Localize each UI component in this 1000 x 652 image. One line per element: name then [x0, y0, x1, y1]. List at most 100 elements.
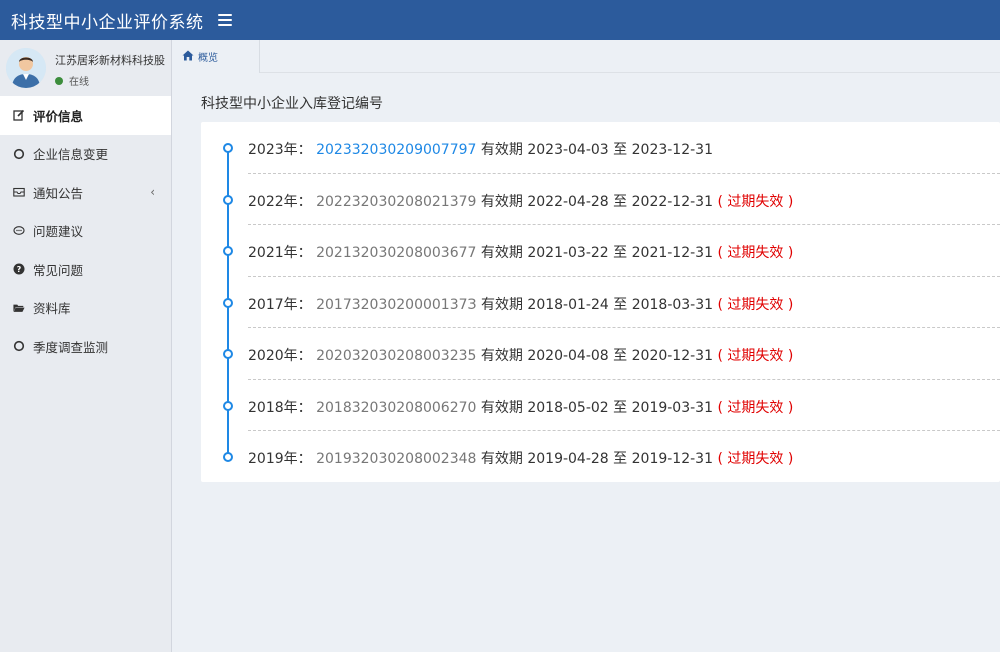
expired-badge: ( 过期失效 ) — [717, 348, 794, 364]
expired-badge: ( 过期失效 ) — [717, 296, 794, 313]
validity-prefix: 有效期 — [480, 399, 523, 416]
sidebar-item-notices[interactable]: 通知公告 ‹ — [0, 173, 171, 212]
timeline-dot-icon — [223, 349, 233, 359]
timeline-row-text: 2022年： 202232030208021379 有效期 2022-04-28… — [248, 191, 793, 211]
svg-text:?: ? — [17, 265, 22, 274]
timeline-dot-icon — [223, 246, 233, 256]
registration-code: 201932030208002348 — [316, 451, 477, 467]
edit-icon — [13, 109, 25, 121]
validity-start: 2020-04-08 — [527, 348, 609, 364]
year-label: 2019年： — [248, 451, 312, 467]
sidebar-item-faq[interactable]: ? 常见问题 — [0, 250, 171, 289]
circle-icon — [13, 148, 25, 160]
validity-end: 2020-12-31 — [631, 348, 713, 364]
timeline-row-text: 2018年： 201832030208006270 有效期 2018-05-02… — [248, 397, 793, 417]
timeline-row: 2017年： 20173203020000137З 有效期 2018-01-24… — [201, 277, 1000, 328]
sidebar-item-company-info-change[interactable]: 企业信息变更 — [0, 135, 171, 174]
timeline-row-text: 2023年： 202332030209007797 有效期 2023-04-03… — [248, 139, 713, 159]
validity-to: 至 — [613, 399, 628, 416]
sidebar-item-label: 企业信息变更 — [33, 147, 109, 163]
home-icon — [182, 50, 194, 64]
year-label: 2018年： — [248, 399, 312, 416]
timeline-row-text: 2021年： 202132030208003677 有效期 2021-03-22… — [248, 242, 793, 262]
breadcrumb: 概览 — [173, 40, 1000, 73]
expired-badge: ( 过期失效 ) — [717, 245, 794, 261]
timeline-row: 2021年： 202132030208003677 有效期 2021-03-22… — [201, 225, 1000, 277]
timeline-row-text: 2019年： 201932030208002348 有效期 2019-04-28… — [248, 448, 793, 468]
year-label: 2020年： — [248, 348, 312, 364]
menu-toggle-icon[interactable] — [217, 14, 232, 26]
validity-end: 2022-12-31 — [631, 193, 713, 210]
expired-badge: ( 过期失效 ) — [717, 399, 794, 416]
sidebar-item-library[interactable]: 资料库 — [0, 289, 171, 328]
sidebar-item-evaluation-info[interactable]: 评价信息 — [0, 96, 171, 135]
year-label: 2021年： — [248, 245, 312, 261]
timeline-dot-icon — [223, 452, 233, 462]
user-status-label: 在线 — [69, 77, 89, 88]
breadcrumb-label: 概览 — [198, 53, 218, 64]
sidebar: 江苏居彩新材料科技股 在线 评价信息 企业信息变更 通知公告 ‹ 问题建议 ? — [0, 40, 172, 652]
timeline-dot-icon — [223, 297, 233, 308]
year-label: 2022年： — [248, 193, 312, 210]
registration-code: 202132030208003677 — [316, 245, 477, 261]
registration-code[interactable]: 202332030209007797 — [316, 142, 476, 158]
validity-start: 2023-04-03 — [527, 142, 609, 158]
validity-to: 至 — [613, 245, 628, 261]
timeline-row: 2023年： 202332030209007797 有效期 2023-04-03… — [201, 122, 1000, 174]
expired-badge: ( 过期失效 ) — [717, 193, 794, 210]
online-status-dot-icon — [55, 76, 63, 85]
timeline-dot-icon — [223, 194, 233, 205]
sidebar-item-label: 资料库 — [33, 301, 71, 317]
expired-badge: ( 过期失效 ) — [717, 451, 794, 467]
sidebar-item-label: 通知公告 — [33, 185, 84, 201]
circle-icon — [13, 340, 25, 352]
validity-prefix: 有效期 — [480, 193, 523, 210]
validity-to: 至 — [613, 142, 628, 158]
comment-icon — [13, 225, 25, 237]
sidebar-item-label: 季度调查监测 — [33, 339, 109, 355]
timeline-row-text: 2020年： 202032030208003235 有效期 2020-04-08… — [248, 345, 793, 365]
top-header-bar: 科技型中小企业评价系统 — [0, 0, 1000, 40]
timeline-row: 2020年： 202032030208003235 有效期 2020-04-08… — [201, 328, 1000, 380]
validity-prefix: 有效期 — [480, 142, 523, 158]
validity-prefix: 有效期 — [480, 296, 523, 313]
timeline-row: 2019年： 201932030208002348 有效期 2019-04-28… — [201, 431, 1000, 483]
chevron-left-icon: ‹ — [150, 185, 155, 200]
validity-start: 2021-03-22 — [527, 245, 609, 261]
page-title: 科技型中小企业入库登记编号 — [201, 96, 383, 112]
sidebar-item-suggestions[interactable]: 问题建议 — [0, 212, 171, 251]
timeline-row: 2018年： 201832030208006270 有效期 2018-05-02… — [201, 380, 1000, 431]
validity-start: 2018-01-24 — [527, 296, 609, 313]
validity-start: 2019-04-28 — [527, 451, 609, 467]
year-label: 2023年： — [248, 142, 312, 158]
validity-end: 2019-12-31 — [631, 451, 713, 467]
sidebar-item-label: 问题建议 — [33, 224, 84, 240]
registration-code: 202232030208021379 — [316, 193, 477, 210]
validity-end: 2023-12-31 — [631, 142, 713, 158]
user-panel: 江苏居彩新材料科技股 在线 — [0, 40, 171, 96]
validity-prefix: 有效期 — [480, 245, 523, 261]
sidebar-item-label: 评价信息 — [33, 108, 84, 124]
validity-to: 至 — [613, 348, 628, 364]
question-icon: ? — [13, 263, 25, 275]
registration-timeline-card: 2023年： 202332030209007797 有效期 2023-04-03… — [201, 122, 1000, 482]
year-label: 2017年： — [248, 296, 312, 313]
timeline-dot-icon — [223, 400, 233, 411]
validity-to: 至 — [613, 296, 628, 313]
envelope-icon — [13, 186, 25, 198]
validity-prefix: 有效期 — [480, 451, 523, 467]
timeline-row: 2022年： 202232030208021379 有效期 2022-04-28… — [201, 174, 1000, 225]
validity-to: 至 — [613, 193, 628, 210]
validity-end: 2018-03-31 — [631, 296, 714, 313]
app-title: 科技型中小企业评价系统 — [11, 12, 204, 33]
timeline-row-text: 2017年： 20173203020000137З 有效期 2018-01-24… — [248, 294, 793, 314]
validity-start: 2022-04-28 — [527, 193, 609, 210]
validity-start: 2018-05-02 — [527, 399, 609, 416]
registration-code: 20173203020000137З — [316, 296, 477, 313]
validity-to: 至 — [613, 451, 628, 467]
sidebar-item-quarterly-survey[interactable]: 季度调查监测 — [0, 327, 171, 366]
tab-overview[interactable]: 概览 — [173, 40, 260, 73]
user-name: 江苏居彩新材料科技股 — [55, 54, 165, 67]
validity-end: 2021-12-31 — [631, 245, 713, 261]
folder-icon — [13, 302, 25, 314]
